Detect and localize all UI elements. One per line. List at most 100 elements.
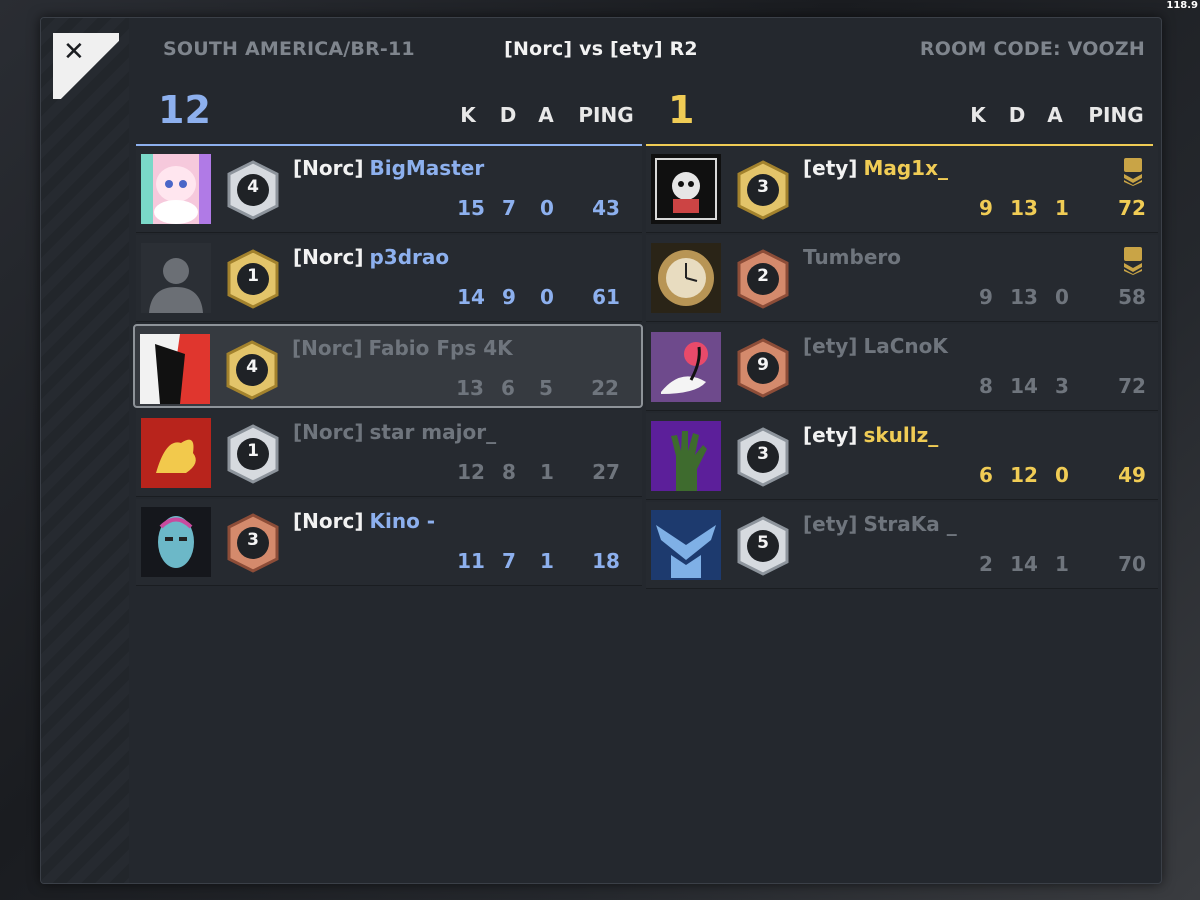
player-name-text: Tumbero	[803, 245, 902, 269]
ping-value: 61	[592, 285, 620, 309]
anime-girl-avatar[interactable]	[141, 154, 211, 224]
clan-tag: [Norc]	[292, 336, 363, 360]
level-number: 5	[757, 533, 769, 553]
level-badge: 3	[735, 160, 791, 220]
player-name[interactable]: [Norc] BigMaster	[293, 156, 484, 180]
skull-art-avatar[interactable]	[651, 154, 721, 224]
rank-chevron-icon	[1122, 158, 1144, 186]
kills-column-header: K	[460, 103, 476, 127]
ping-value: 22	[591, 376, 619, 400]
ping-value: 43	[592, 196, 620, 220]
deaths-value: 6	[501, 376, 515, 400]
ping-value: 70	[1118, 552, 1146, 576]
assists-value: 0	[1055, 285, 1069, 309]
kills-value: 11	[457, 549, 485, 573]
ping-column-header: PING	[1088, 103, 1144, 127]
assists-value: 5	[539, 376, 553, 400]
deaths-value: 9	[502, 285, 516, 309]
deaths-value: 13	[1010, 285, 1038, 309]
player-name[interactable]: [Norc] Kino -	[293, 509, 435, 533]
assists-value: 1	[540, 460, 554, 484]
clan-tag: [ety]	[803, 156, 858, 180]
zombie-hand-avatar[interactable]	[651, 421, 721, 491]
assists-column-header: A	[538, 103, 554, 127]
kills-value: 15	[457, 196, 485, 220]
player-row[interactable]: 3 [ety] skullz_ 6 12 0 49	[646, 413, 1158, 500]
deaths-value: 14	[1010, 552, 1038, 576]
team-b-score: 1	[668, 88, 695, 132]
scoreboard-panel: ✕ SOUTH AMERICA/BR-11 [Norc] vs [ety] R2…	[40, 17, 1162, 884]
level-number: 3	[247, 530, 259, 550]
player-row[interactable]: 1 [Norc] p3drao 14 9 0 61	[136, 235, 642, 322]
level-badge: 4	[225, 160, 281, 220]
level-number: 1	[247, 266, 259, 286]
rank-chevron-icon	[1122, 247, 1144, 275]
assists-value: 0	[540, 196, 554, 220]
player-name[interactable]: [ety] skullz_	[803, 423, 938, 447]
level-number: 2	[757, 266, 769, 286]
ping-value: 49	[1118, 463, 1146, 487]
player-name[interactable]: Tumbero	[803, 245, 901, 269]
clan-tag: [Norc]	[293, 245, 364, 269]
team-a-player-list: 4 [Norc] BigMaster 15 7 0 43 1 [Norc] p3drao 14 9 0 6…	[133, 146, 643, 588]
player-row[interactable]: 2 Tumbero 9 13 0 58	[646, 235, 1158, 322]
level-badge: 1	[225, 424, 281, 484]
level-badge: 3	[225, 513, 281, 573]
player-name[interactable]: [ety] Mag1x_	[803, 156, 948, 180]
ping-value: 18	[592, 549, 620, 573]
team-a-score: 12	[158, 88, 211, 132]
level-number: 3	[757, 444, 769, 464]
player-name[interactable]: [Norc] star major_	[293, 420, 496, 444]
level-badge: 4	[224, 340, 280, 400]
player-name[interactable]: [ety] LaCnoK	[803, 334, 948, 358]
player-name-text: p3drao	[369, 245, 450, 269]
player-row[interactable]: 4 [Norc] Fabio Fps 4K 13 6 5 22	[133, 324, 643, 408]
deaths-value: 7	[502, 549, 516, 573]
robot-face-avatar[interactable]	[141, 507, 211, 577]
level-badge: 2	[735, 249, 791, 309]
deaths-column-header: D	[1008, 103, 1026, 127]
player-row[interactable]: 4 [Norc] BigMaster 15 7 0 43	[136, 146, 642, 233]
kills-value: 6	[979, 463, 993, 487]
clock-avatar[interactable]	[651, 243, 721, 313]
clan-tag: [ety]	[803, 423, 858, 447]
red-black-figure-avatar[interactable]	[140, 334, 210, 404]
player-row[interactable]: 1 [Norc] star major_ 12 8 1 27	[136, 410, 642, 497]
player-row[interactable]: 5 [ety] StraKa _ 2 14 1 70	[646, 502, 1158, 589]
clan-tag: [Norc]	[293, 420, 364, 444]
player-name-text: skullz_	[863, 423, 939, 447]
player-name[interactable]: [Norc] p3drao	[293, 245, 449, 269]
wings-emblem-avatar[interactable]	[651, 510, 721, 580]
lion-crest-avatar[interactable]	[141, 418, 211, 488]
deaths-value: 13	[1010, 196, 1038, 220]
player-name-text: Mag1x_	[863, 156, 948, 180]
player-name-text: BigMaster	[369, 156, 485, 180]
level-number: 4	[247, 177, 259, 197]
team-b-header: 1 K D A PING	[646, 88, 1153, 147]
assists-value: 0	[1055, 463, 1069, 487]
ping-column-header: PING	[578, 103, 634, 127]
assists-value: 1	[540, 549, 554, 573]
level-badge: 3	[735, 427, 791, 487]
kills-value: 9	[979, 196, 993, 220]
player-row[interactable]: 9 [ety] LaCnoK 8 14 3 72	[646, 324, 1158, 411]
deaths-column-header: D	[499, 103, 517, 127]
player-name[interactable]: [ety] StraKa _	[803, 512, 957, 536]
kills-value: 13	[456, 376, 484, 400]
player-name-text: LaCnoK	[863, 334, 948, 358]
player-row[interactable]: 3 [ety] Mag1x_ 9 13 1 72	[646, 146, 1158, 233]
ping-value: 58	[1118, 285, 1146, 309]
player-name[interactable]: [Norc] Fabio Fps 4K	[292, 336, 513, 360]
assists-value: 1	[1055, 196, 1069, 220]
team-a-header: 12 K D A PING	[136, 88, 642, 147]
player-row[interactable]: 3 [Norc] Kino - 11 7 1 18	[136, 499, 642, 586]
level-number: 4	[246, 357, 258, 377]
crane-avatar[interactable]	[651, 332, 721, 402]
kills-column-header: K	[970, 103, 986, 127]
kills-value: 9	[979, 285, 993, 309]
assists-column-header: A	[1047, 103, 1063, 127]
player-name-text: StraKa _	[863, 512, 957, 536]
default-silhouette-avatar[interactable]	[141, 243, 211, 313]
kills-value: 2	[979, 552, 993, 576]
kills-value: 8	[979, 374, 993, 398]
